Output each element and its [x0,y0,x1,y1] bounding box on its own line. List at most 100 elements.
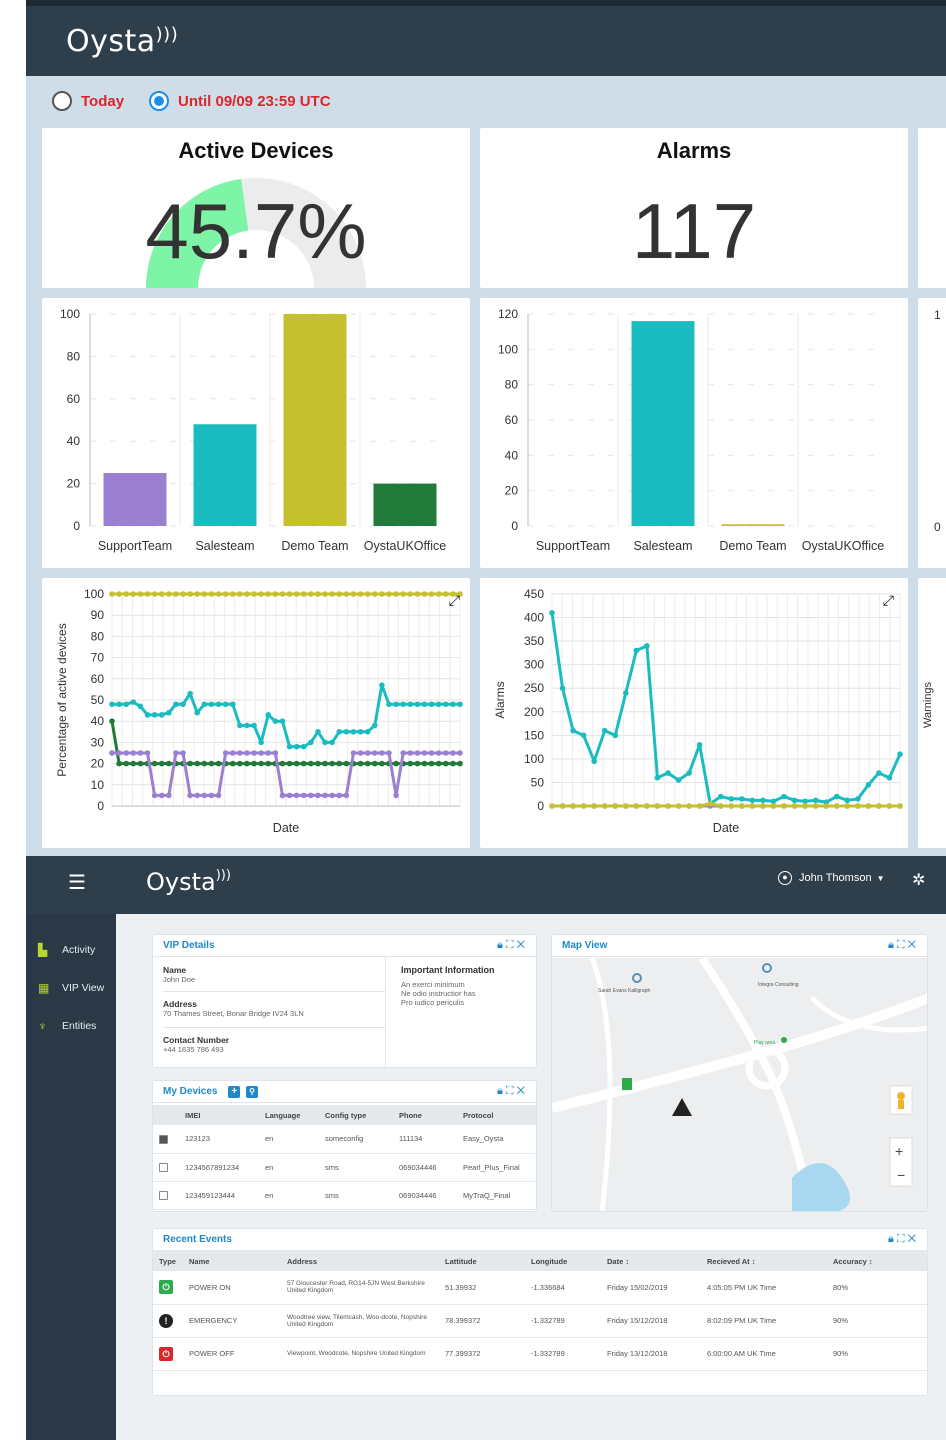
caret-down-icon: ▼ [876,873,885,883]
panel-header: Map View 🔒︎⛶✕ [552,935,927,957]
sidebar-item-vip-view[interactable]: ▦ VIP View [38,978,104,998]
event-date: Friday 13/12/2018 [601,1337,701,1371]
column-header: Name [183,1251,281,1271]
data-point [329,591,335,597]
y-axis-label: Alarms [493,681,507,718]
user-menu[interactable]: ● John Thomson ▼ [778,871,885,885]
row-checkbox[interactable] [159,1190,168,1200]
ytick-label: 0 [537,799,544,813]
table-cell: sms [319,1181,393,1210]
data-point [229,750,236,756]
data-point [457,760,463,767]
panel-tools[interactable]: 🔒︎⛶✕ [888,1233,919,1246]
ytick-label: 120 [498,307,518,321]
place-pin-icon [781,1037,787,1043]
table-row[interactable]: ⏻ POWER ON 57 Gloucester Road, RG14-5JN We… [153,1271,927,1305]
table-row[interactable]: ⏻ POWER OFF Viewpoint, Woodcote, Nopshire … [153,1337,927,1371]
add-device-icon[interactable]: + [228,1086,241,1098]
data-point [686,770,692,776]
panel-tools[interactable]: 🔒︎⛶✕ [497,1085,528,1098]
panel-tools[interactable]: 🔒︎⛶✕ [497,939,528,952]
third-bar-card-partial: 1 0 [918,298,946,568]
xtick-label: Demo Team [719,539,786,553]
gear-icon[interactable]: ✲ [912,870,925,890]
radio-until[interactable]: Until 09/09 23:59 UTC [149,90,331,112]
radio-today[interactable]: Today [52,90,124,112]
data-point [272,750,279,756]
row-checkbox[interactable] [159,1162,168,1172]
event-address: Viewpoint, Woodcote, Nopshire United Kin… [281,1337,439,1371]
map-canvas[interactable]: Sarah Evans Kalligraph Integra Consultin… [552,958,928,1212]
table-header-row: Type Name Address Lattitude Longitude Da… [153,1251,927,1271]
data-point [329,760,335,767]
data-point [116,760,122,767]
table-row[interactable]: 123459123444 en sms 069034446 MyTraQ_Final [153,1181,536,1210]
data-point [414,760,421,767]
fullscreen-icon: ⛶ [896,939,908,951]
data-point [300,591,307,597]
hamburger-menu-icon[interactable]: ☰ [68,870,86,895]
data-point [123,750,130,756]
row-checkbox[interactable] [159,1134,168,1144]
data-point [158,712,165,718]
data-point [329,739,335,746]
expand-icon[interactable]: ⤢ [449,592,460,609]
data-point [428,701,435,708]
zoom-in-icon: + [895,1143,903,1159]
data-point [173,750,179,756]
data-point [244,591,250,597]
table-cell: MyTraQ_Final [457,1181,536,1210]
ytick-label: 40 [505,448,519,462]
data-point [137,703,144,710]
radio-button-selected[interactable] [149,91,169,111]
ytick-label: 80 [91,629,105,643]
alarms-value: 117 [631,187,757,275]
data-point [623,690,629,696]
data-point [371,750,378,756]
data-point [633,803,640,809]
event-lon: -1.336684 [525,1271,601,1305]
data-point [130,750,137,756]
radio-button[interactable] [52,91,72,111]
data-point [322,792,328,799]
data-point [865,803,872,809]
event-name: EMERGENCY [183,1304,281,1338]
ytick-label: 50 [91,693,105,707]
event-accuracy: 90% [827,1337,927,1371]
data-point [428,750,435,756]
bar [283,314,347,526]
data-point [123,760,130,767]
sidebar-item-activity[interactable]: ▙ Activity [38,940,95,960]
expand-icon[interactable]: ⤢ [883,592,894,609]
event-lat: 51.39932 [439,1271,525,1305]
zoom-out-icon: − [897,1167,905,1183]
data-point [665,803,671,809]
power-on-icon: ⏻ [159,1280,173,1295]
column-header: Config type [319,1105,393,1125]
table-row[interactable]: 1234567891234 en sms 069034446 Pearl_Plus_Fi… [153,1153,536,1182]
panel-header: VIP Details 🔒︎⛶✕ [153,935,536,957]
data-point [357,750,364,756]
data-point [428,760,435,767]
data-point [343,760,350,767]
data-point [386,591,392,597]
vip-name: Name John Doe [163,965,196,984]
table-row[interactable]: 123123 en someconfig 111134 Easy_Oysta [153,1125,536,1154]
data-point [258,591,264,597]
data-point [166,709,172,716]
warning-icon: ! [159,1313,173,1328]
sidebar-item-entities[interactable]: ♆ Entities [38,1016,96,1036]
panel-tools[interactable]: 🔒︎⛶✕ [888,939,919,952]
data-point [272,718,279,724]
data-point [442,701,449,708]
data-point [229,591,236,597]
ytick-label: 350 [524,634,544,648]
event-received: 6:00:00 AM UK Time [701,1337,827,1371]
vip-contact: Contact Number +44 1635 786 493 [163,1035,230,1054]
data-point [229,760,236,767]
search-icon[interactable]: ⚲ [246,1086,259,1098]
table-row[interactable]: ! EMERGENCY Woodtree view, Tilemcash, Woo-… [153,1304,927,1338]
ytick-label: 20 [505,484,519,498]
hierarchy-icon: ♆ [38,1019,47,1033]
xtick-label: SupportTeam [536,539,610,553]
